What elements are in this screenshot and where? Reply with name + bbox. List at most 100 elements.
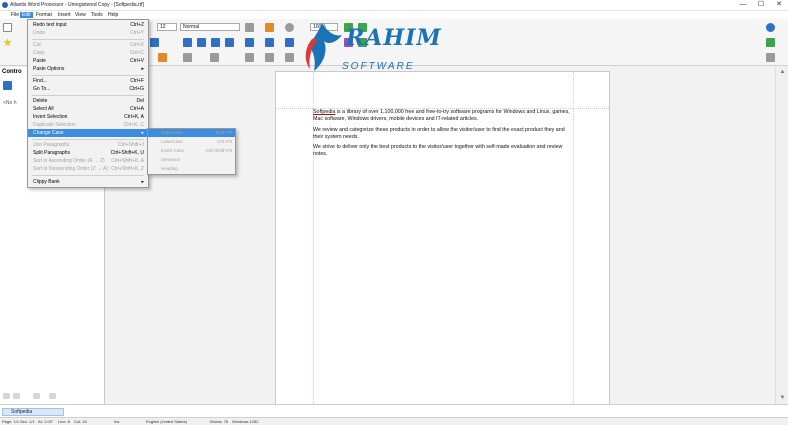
maximize-button[interactable]: ☐ (752, 0, 770, 10)
forward-arrow-icon[interactable] (13, 393, 20, 399)
menu-item-join-paragraphs[interactable]: Join Paragraphs Ctrl+Shift+J (28, 141, 148, 149)
paragraph-style-select[interactable]: Normal (180, 23, 240, 31)
scroll-up-icon[interactable]: ▲ (779, 69, 786, 75)
insert-picture-icon[interactable] (265, 23, 274, 32)
watermark-logo: RAHIM SOFTWARE (298, 19, 441, 79)
align-center-icon[interactable] (197, 38, 206, 47)
menu-item-sort-descending[interactable]: Sort in Descending Order (Z → A) Ctrl+Shi… (28, 165, 148, 173)
table-icon[interactable] (285, 53, 294, 62)
toolbar-extra-icon[interactable] (766, 53, 775, 62)
paragraph-2: We review and categorize these products … (313, 126, 565, 140)
document-tabs: Softpedia (0, 404, 788, 417)
minimize-button[interactable]: — (734, 0, 752, 10)
menu-item-goto[interactable]: Go To... Ctrl+G (28, 85, 148, 93)
menu-separator (32, 39, 144, 40)
status-bar: Page: 1/1 Sec: 1/1 At: 1.00" Line: 8 Col… (0, 417, 788, 425)
shape-icon[interactable] (285, 23, 294, 32)
status-page: Page: 1/1 (2, 419, 20, 424)
font-size-select[interactable]: 12 (157, 23, 177, 31)
app-icon (2, 2, 8, 8)
window-title: Atlantis Word Processor - Unregistered C… (10, 2, 144, 8)
status-encoding: Windows-1252 (232, 419, 259, 424)
align-left-icon[interactable] (183, 38, 192, 47)
tab-stops-icon[interactable] (210, 53, 219, 62)
vertical-scrollbar[interactable]: ▲ ▼ (775, 67, 788, 404)
panel-hint: <No h (3, 100, 17, 106)
justify-icon[interactable] (225, 38, 234, 47)
menu-view[interactable]: View (73, 12, 88, 18)
menu-item-sort-ascending[interactable]: Sort in Ascending Order (A → Z) Ctrl+Shif… (28, 157, 148, 165)
panel-title: Contro (2, 69, 22, 75)
paragraph-3: We strive to deliver only the best produ… (313, 144, 563, 158)
menu-item-delete[interactable]: Delete Del (28, 97, 148, 105)
menu-insert[interactable]: Insert (56, 12, 73, 18)
menu-item-duplicate-selection[interactable]: Duplicate Selection Ctrl+K, C (28, 121, 148, 129)
tab-softpedia[interactable]: Softpedia (2, 408, 64, 416)
menu-separator (32, 175, 144, 176)
submenu-item-uppercase[interactable]: Uppercase Shift+F3 (148, 129, 235, 137)
menu-item-undo[interactable]: Undo Ctrl+Y (28, 29, 148, 37)
submenu-item-lowercase[interactable]: Lowercase Ctrl+F3 (148, 138, 235, 146)
status-insert-mode[interactable]: Ins (114, 418, 119, 425)
menu-item-clippy-bank[interactable]: Clippy Bank ▸ (28, 178, 148, 186)
highlight-icon[interactable] (158, 53, 167, 62)
change-case-submenu: Uppercase Shift+F3 Lowercase Ctrl+F3 Inver… (147, 128, 236, 175)
app-window: Atlantis Word Processor - Unregistered C… (0, 0, 788, 425)
submenu-item-invert-case[interactable]: Invert Case Ctrl+Shift+F3 (148, 147, 235, 155)
menu-separator (32, 139, 144, 140)
logo-subtitle: SOFTWARE (342, 61, 415, 72)
logo-bird-icon (305, 23, 342, 71)
paragraph-1-text: is a library of over 1,100,000 free and … (313, 109, 570, 123)
menu-separator (32, 75, 144, 76)
bullets-icon[interactable] (265, 38, 274, 47)
menu-format[interactable]: Format (34, 12, 54, 18)
scroll-down-icon[interactable]: ▼ (779, 395, 786, 401)
menu-bar: File Edit Format Insert View Tools Help (0, 11, 788, 19)
menu-item-copy[interactable]: Copy Ctrl+C (28, 49, 148, 57)
paragraph-1: Softpedia is a library of over 1,100,000… (313, 109, 575, 124)
favorite-star-icon[interactable] (3, 38, 12, 47)
help-icon[interactable] (766, 23, 775, 32)
menu-item-split-paragraphs[interactable]: Split Paragraphs Ctrl+Shift+K, U (28, 149, 148, 157)
status-line: Line: 8 (58, 419, 71, 424)
submenu-item-sentence[interactable]: Sentence (148, 156, 235, 164)
symbol-icon[interactable] (245, 23, 254, 32)
menu-item-change-case[interactable]: Change Case ▸ (28, 129, 148, 137)
options-icon[interactable] (766, 38, 775, 47)
menu-edit[interactable]: Edit (20, 12, 33, 18)
page-layout-icon[interactable] (265, 53, 274, 62)
status-position: At: 1.00" (38, 419, 54, 424)
submenu-item-heading[interactable]: Heading (148, 165, 235, 173)
menu-item-cut[interactable]: Cut Ctrl+X (28, 41, 148, 49)
menu-item-invert-selection[interactable]: Invert Selection Ctrl+K, A (28, 113, 148, 121)
align-right-icon[interactable] (211, 38, 220, 47)
back-arrow-icon[interactable] (3, 393, 10, 399)
menu-help[interactable]: Help (106, 12, 120, 18)
menu-item-paste[interactable]: Paste Ctrl+V (28, 57, 148, 65)
softpedia-word: Softpedia (313, 109, 336, 115)
font-color-icon[interactable] (150, 38, 159, 47)
menu-item-redo[interactable]: Redo text input Ctrl+Z (28, 21, 148, 29)
edit-menu-dropdown: Redo text input Ctrl+Z Undo Ctrl+Y Cut Ctrl… (27, 19, 149, 188)
heading-up-icon[interactable] (33, 393, 40, 399)
status-language[interactable]: English (United States) (146, 418, 187, 425)
logo-name: RAHIM (346, 25, 442, 51)
spell-check-icon[interactable] (245, 53, 254, 62)
status-column: Col: 18 (74, 419, 87, 424)
menu-item-paste-options[interactable]: Paste Options ▸ (28, 65, 148, 73)
indent-icon[interactable] (285, 38, 294, 47)
menu-item-find[interactable]: Find... Ctrl+F (28, 77, 148, 85)
status-section: Sec: 1/1 (20, 419, 35, 424)
borders-icon[interactable] (183, 53, 192, 62)
status-word-count: Words: 78 (210, 419, 229, 424)
line-spacing-icon[interactable] (245, 38, 254, 47)
menu-separator (32, 95, 144, 96)
close-button[interactable]: ✕ (770, 0, 788, 10)
heading-down-icon[interactable] (49, 393, 56, 399)
new-document-icon[interactable] (3, 23, 12, 32)
document-text[interactable]: Softpedia is a library of over 1,100,000… (313, 109, 575, 162)
menu-tools[interactable]: Tools (89, 12, 105, 18)
menu-item-select-all[interactable]: Select All Ctrl+A (28, 105, 148, 113)
title-bar: Atlantis Word Processor - Unregistered C… (0, 0, 788, 11)
panel-view-icon[interactable] (3, 81, 12, 90)
